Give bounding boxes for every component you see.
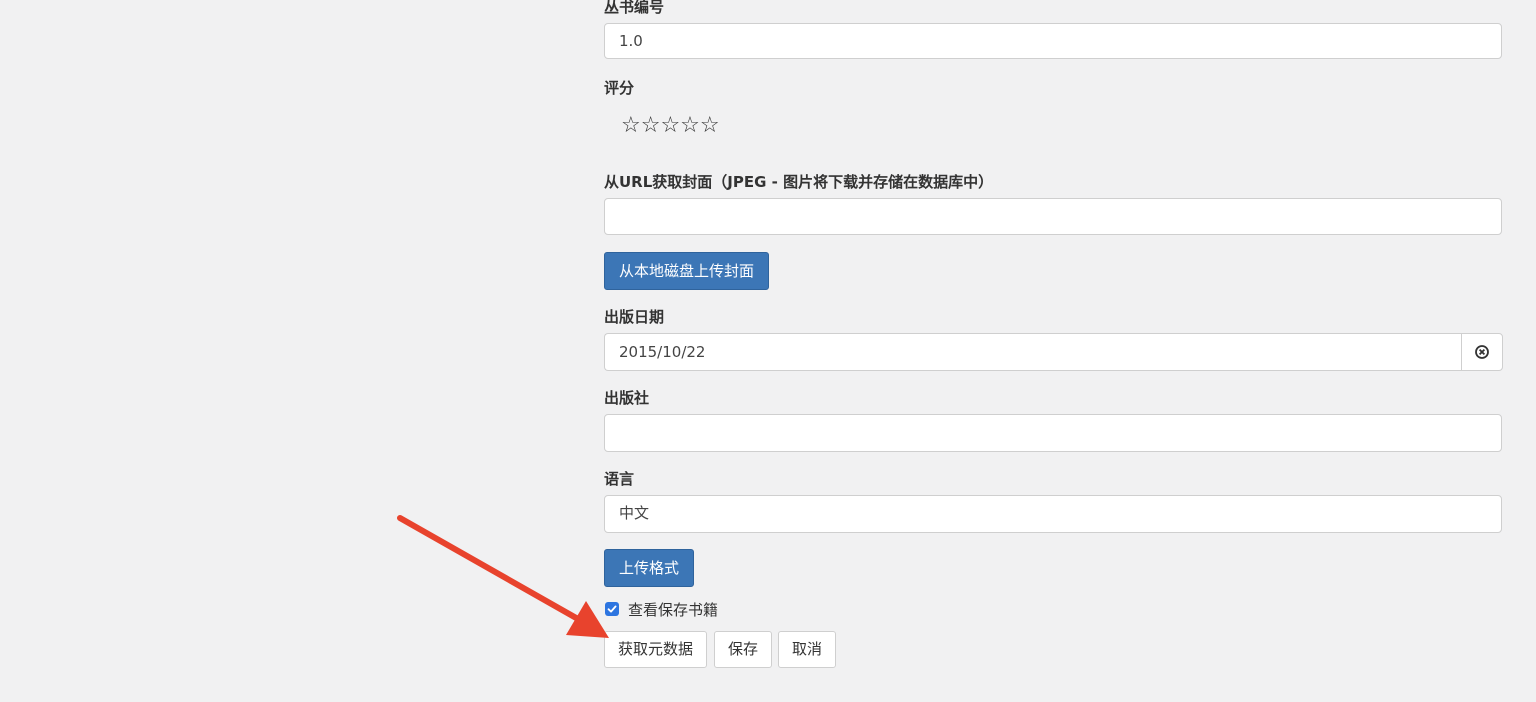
- pubdate-clear-button[interactable]: [1461, 333, 1503, 371]
- series-index-label: 丛书编号: [604, 0, 665, 16]
- save-button[interactable]: 保存: [714, 631, 773, 668]
- upload-format-button[interactable]: 上传格式: [604, 549, 695, 587]
- cover-url-input[interactable]: [604, 198, 1502, 235]
- rating-label: 评分: [604, 79, 635, 97]
- checkmark-icon: [607, 605, 617, 613]
- cover-url-label: 从URL获取封面（JPEG - 图片将下载并存储在数据库中）: [604, 173, 994, 191]
- pubdate-input[interactable]: 2015/10/22: [604, 333, 1462, 371]
- view-after-save-label: 查看保存书籍: [628, 600, 719, 619]
- cancel-button[interactable]: 取消: [778, 631, 837, 668]
- fetch-metadata-button[interactable]: 获取元数据: [604, 631, 708, 668]
- edit-book-page: 丛书编号 1.0 评分 ☆☆☆☆☆ 从URL获取封面（JPEG - 图片将下载并…: [0, 0, 1536, 702]
- language-label: 语言: [604, 470, 635, 488]
- view-after-save-checkbox[interactable]: [605, 602, 619, 616]
- circle-x-icon: [1475, 345, 1489, 359]
- publisher-label: 出版社: [604, 389, 650, 407]
- series-index-input[interactable]: 1.0: [604, 23, 1502, 59]
- upload-cover-button[interactable]: 从本地磁盘上传封面: [604, 252, 770, 290]
- view-after-save-row: 查看保存书籍: [604, 599, 718, 619]
- publisher-input[interactable]: [604, 414, 1502, 452]
- pubdate-input-group: 2015/10/22: [604, 333, 1504, 371]
- rating-stars[interactable]: ☆☆☆☆☆: [621, 114, 720, 138]
- language-input[interactable]: 中文: [604, 495, 1502, 533]
- pubdate-label: 出版日期: [604, 308, 665, 326]
